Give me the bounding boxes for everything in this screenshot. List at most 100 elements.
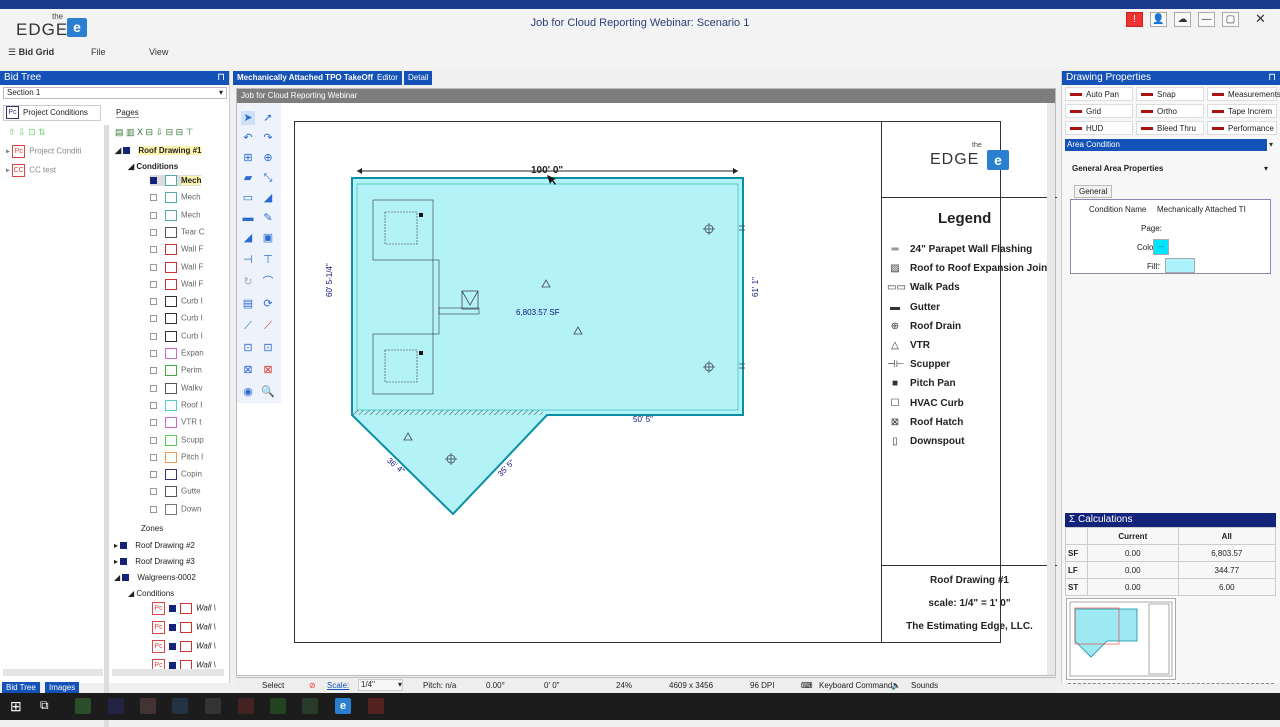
condition-item[interactable]: Expan [150,348,204,359]
chevron-down-icon[interactable]: ▾ [1264,164,1268,173]
close-button[interactable]: ✕ [1252,12,1269,27]
tab-general[interactable]: General [1074,185,1113,198]
horizontal-scrollbar-2[interactable] [112,669,224,676]
box-select-icon[interactable]: ⊡ [261,341,275,355]
checkbox[interactable] [150,384,157,392]
wall-condition-item[interactable]: Pc Wall \ [152,602,216,615]
tab-editor[interactable]: Editor [373,71,402,85]
checkbox[interactable] [120,542,128,550]
toggle-bleed-thru[interactable]: Bleed Thru [1136,121,1204,135]
condition-item[interactable]: Scupp [150,434,204,446]
note-icon[interactable]: ▭ [241,191,255,205]
checkbox[interactable] [169,624,176,631]
checkbox[interactable] [150,298,157,306]
search-icon[interactable]: 🔍 [261,385,275,399]
redo-icon[interactable]: ↷ [261,131,275,145]
condition-item[interactable]: Wall F [150,278,203,290]
toggle-hud[interactable]: HUD [1065,121,1133,135]
taskbar-app-icon[interactable] [140,698,156,714]
select-point-icon[interactable]: ➚ [261,111,275,125]
condition-item[interactable]: VTR t [150,417,201,429]
condition-item[interactable]: Mech [150,209,201,221]
tab-images[interactable]: Images [45,682,80,693]
checkbox[interactable] [150,315,157,323]
pin-icon[interactable]: ⊓ [1268,73,1276,83]
checkbox[interactable] [150,280,157,288]
condition-item[interactable]: Down [150,503,201,515]
checkbox[interactable] [150,194,157,202]
wall-condition-item[interactable]: Pc Wall \ [152,621,216,634]
checkbox[interactable] [150,505,157,513]
tree-toolbar-right[interactable]: ▤ ▥ X ⊟ ⇩ ⊟ ⊟ ⊤ [115,127,194,138]
taskbar-app-icon[interactable] [238,698,254,714]
color-swatch[interactable]: ... [1153,239,1169,255]
user-icon[interactable]: 👤 [1150,12,1167,27]
condition-item[interactable]: Curb I [150,296,203,308]
line-red-icon[interactable]: ⟋ [261,319,275,333]
checkbox[interactable] [150,419,157,427]
crop-red-icon[interactable]: ⊠ [261,363,275,377]
checkbox[interactable] [150,246,157,254]
pin-tool-icon[interactable]: ◉ [241,385,255,399]
tree-item-cc-test[interactable]: ▸ CC CC test [6,164,56,177]
maximize-button[interactable]: ▢ [1222,12,1239,27]
scale-link[interactable]: Scale: [327,681,349,690]
checkbox[interactable] [169,643,176,650]
taskbar-app-icon[interactable] [172,698,188,714]
pin-icon[interactable]: ⊓ [217,73,225,83]
image-icon[interactable]: ▤ [241,297,255,311]
wall-condition-item[interactable]: Pc Wall \ [152,640,216,653]
tree-item-conditions-2[interactable]: ◢ Conditions [128,589,174,598]
tab-bid-tree[interactable]: Bid Tree [2,682,40,693]
tree-item-walgreens[interactable]: ◢ Walgreens-0002 [114,573,196,582]
file-menu[interactable]: File [91,47,106,57]
edge-taskbar-icon[interactable]: e [335,698,351,714]
taskbar-app-icon[interactable] [302,698,318,714]
taskbar-app-icon[interactable] [368,698,384,714]
condition-name-field[interactable]: Mechanically Attached TI [1157,205,1267,214]
taskbar-app-icon[interactable] [75,698,91,714]
slope-icon[interactable]: ◢ [241,231,255,245]
tree-item-roof-drawing-2[interactable]: ▸ Roof Drawing #2 [114,541,195,550]
toggle-tape-increm[interactable]: Tape Increm [1207,104,1277,118]
merge-icon[interactable]: ⊤ [261,253,275,267]
condition-item[interactable]: Perim [150,365,202,377]
condition-item[interactable]: Roof I [150,399,202,411]
crop-icon[interactable]: ⊠ [241,363,255,377]
taskbar-app-icon[interactable] [270,698,286,714]
condition-item[interactable]: Mech [150,192,201,204]
tree-item-roof-drawing-1[interactable]: ◢ Roof Drawing #1 [115,146,202,155]
scale-select[interactable]: 1/4" ▾ [358,679,403,691]
area-condition-select[interactable]: Area Condition ▾ [1065,139,1276,151]
frame-icon[interactable]: ▣ [261,231,275,245]
panel-splitter[interactable] [104,125,109,727]
toggle-measurements[interactable]: Measurements [1207,87,1280,101]
condition-item[interactable]: Wall F [150,244,203,256]
condition-item[interactable]: Gutte [150,486,201,498]
toggle-grid[interactable]: Grid [1065,104,1133,118]
bid-grid-menu[interactable]: ☰ Bid Grid [8,47,54,58]
drawing-canvas[interactable]: Job for Cloud Reporting Webinar ➤ ➚ ↶ ↷ … [236,88,1057,676]
checkbox[interactable] [150,263,157,271]
checkbox[interactable] [150,367,157,375]
toggle-snap[interactable]: Snap [1136,87,1204,101]
alert-icon[interactable]: ! [1126,12,1143,27]
taskbar-app-icon[interactable] [108,698,124,714]
condition-item[interactable]: Wall F [150,261,203,273]
drawing-sheet[interactable]: 100' 0" 60' 5-1/4" 61' 1" 50' 5" 36' 4" … [294,121,1057,643]
windows-start-icon[interactable]: ⊞ [10,698,22,715]
zoom-in-icon[interactable]: ⊕ [261,151,275,165]
checkbox[interactable] [150,177,157,184]
horizontal-scrollbar[interactable] [3,669,103,676]
checkbox[interactable] [120,558,128,566]
split-icon[interactable]: ⊣ [241,253,255,267]
checkbox[interactable] [150,471,157,479]
tab-takeoff[interactable]: Mechanically Attached TPO TakeOff [233,71,378,85]
toggle-ortho[interactable]: Ortho [1136,104,1204,118]
tree-toolbar-left[interactable]: ⇧ ⇩ ⊡ ⇅ [8,127,46,138]
checkbox[interactable] [122,574,130,582]
toggle-performance[interactable]: Performance [1207,121,1277,135]
condition-item[interactable]: Walkv [150,382,202,394]
pen-icon[interactable]: ✎ [261,211,275,225]
checkbox[interactable] [169,662,176,669]
